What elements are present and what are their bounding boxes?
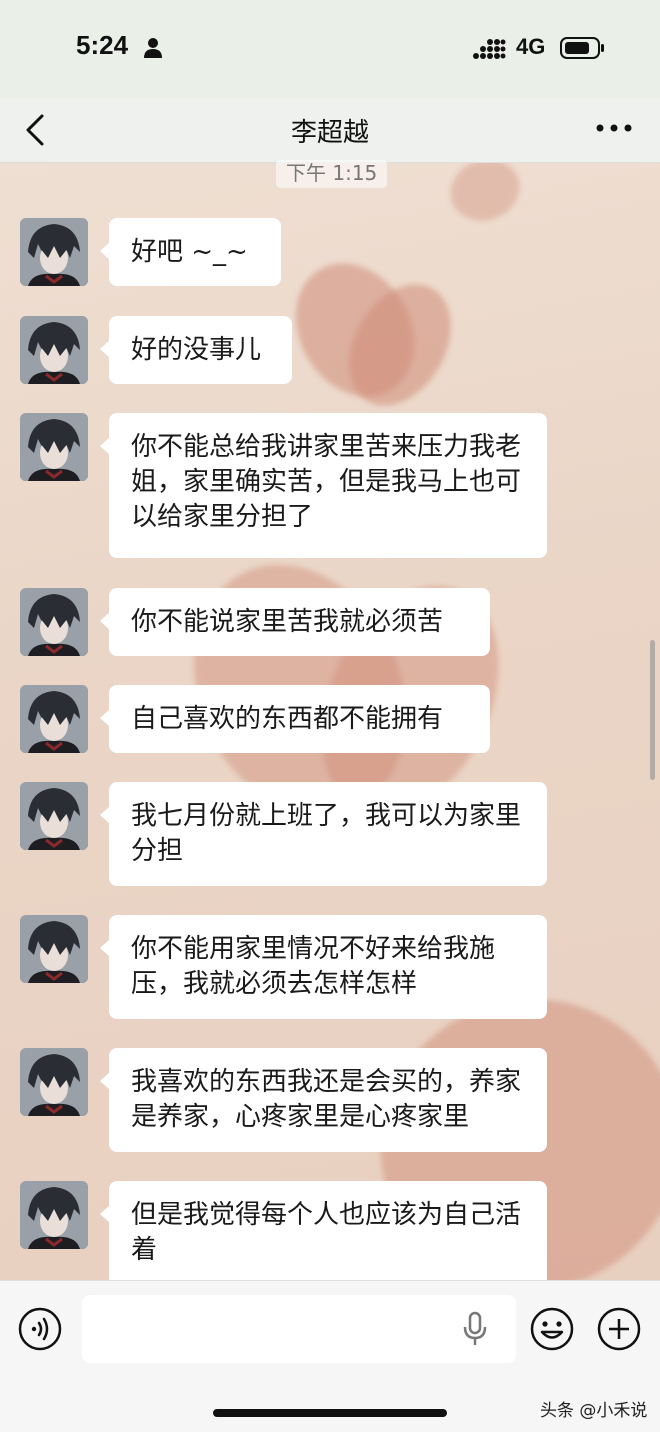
avatar[interactable] [20, 218, 88, 286]
chat-header: 李超越 [0, 98, 660, 163]
message-timestamp: 下午 1:15 [276, 160, 388, 188]
message-bubble[interactable]: 你不能用家里情况不好来给我施压，我就必须去怎样怎样 [100, 915, 547, 1019]
message-bubble[interactable]: 好吧 ~_~ [100, 218, 281, 286]
watermark: 头条 @小禾说 [540, 1401, 648, 1421]
more-icon[interactable] [594, 118, 634, 138]
avatar-image [20, 1048, 88, 1116]
network-type: 4G [516, 34, 546, 59]
avatar-image [20, 782, 88, 850]
message-bubble[interactable]: 但是我觉得每个人也应该为自己活着 [100, 1181, 547, 1280]
avatar-image [20, 685, 88, 753]
avatar-image [20, 316, 88, 384]
message-bubble[interactable]: 你不能说家里苦我就必须苦 [100, 588, 490, 656]
home-indicator[interactable] [213, 1409, 447, 1417]
message-bubble[interactable]: 我七月份就上班了，我可以为家里分担 [100, 782, 547, 886]
message-bubble[interactable]: 好的没事儿 [100, 316, 292, 384]
message-bubble[interactable]: 我喜欢的东西我还是会买的，养家是养家，心疼家里是心疼家里 [100, 1048, 547, 1152]
message-bubble[interactable]: 你不能总给我讲家里苦来压力我老姐，家里确实苦，但是我马上也可以给家里分担了 [100, 413, 547, 558]
message-input[interactable] [82, 1295, 516, 1363]
avatar-image [20, 218, 88, 286]
avatar[interactable] [20, 588, 88, 656]
status-time: 5:24 [76, 30, 129, 60]
avatar[interactable] [20, 1181, 88, 1249]
battery-icon [560, 37, 604, 59]
person-icon [144, 38, 162, 58]
message-bubble[interactable]: 自己喜欢的东西都不能拥有 [100, 685, 490, 753]
mic-icon[interactable] [462, 1311, 488, 1347]
avatar-image [20, 1181, 88, 1249]
contact-name: 李超越 [290, 118, 369, 148]
avatar-image [20, 588, 88, 656]
status-bar: 5:24 4G [0, 0, 660, 98]
avatar[interactable] [20, 316, 88, 384]
avatar[interactable] [20, 685, 88, 753]
signal-icon [473, 39, 506, 59]
avatar-image [20, 915, 88, 983]
voice-icon[interactable] [18, 1307, 62, 1351]
input-bar: 头条 @小禾说 [0, 1280, 660, 1432]
plus-icon[interactable] [597, 1307, 641, 1351]
avatar[interactable] [20, 782, 88, 850]
emoji-icon[interactable] [530, 1307, 574, 1351]
avatar[interactable] [20, 413, 88, 481]
scrollbar[interactable] [650, 640, 655, 780]
avatar[interactable] [20, 915, 88, 983]
avatar[interactable] [20, 1048, 88, 1116]
avatar-image [20, 413, 88, 481]
